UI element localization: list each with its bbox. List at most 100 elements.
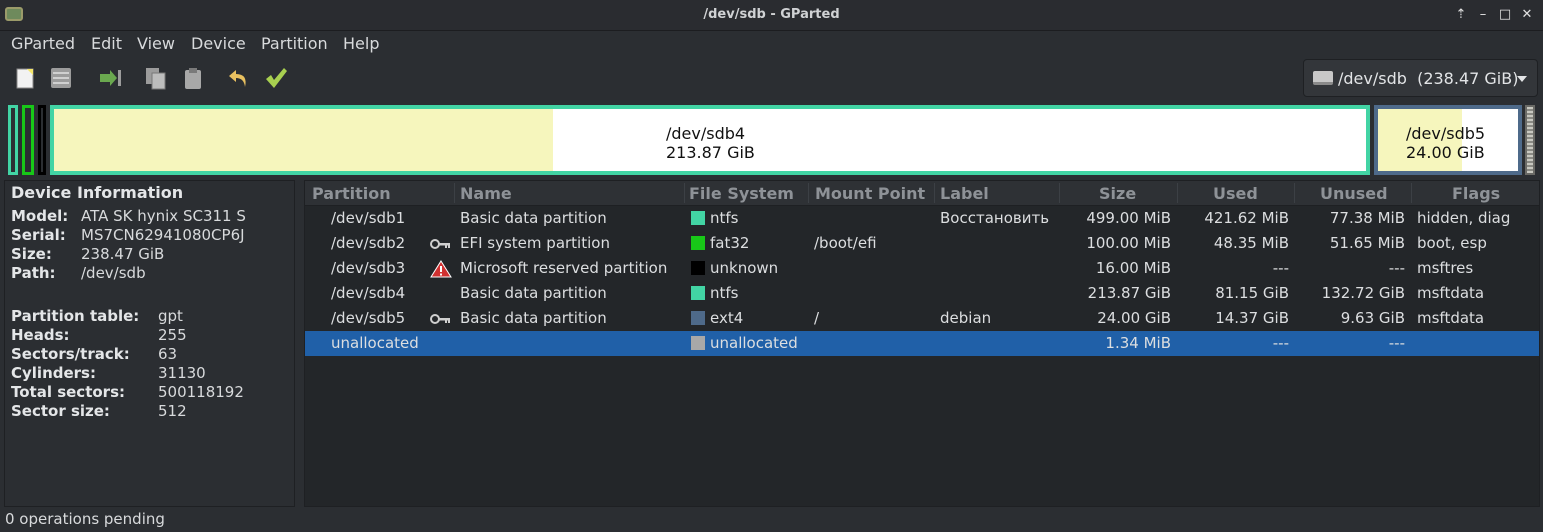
delete-partition-icon[interactable]: [48, 65, 74, 91]
close-button[interactable]: ✕: [1518, 6, 1536, 24]
cell-file-system: ext4: [710, 309, 744, 327]
menu-bar: GParted Edit View Device Partition Help: [0, 30, 1543, 56]
chevron-down-icon: [1517, 76, 1527, 82]
device-info-header: Device Information: [11, 183, 184, 202]
fs-color-swatch: [691, 336, 705, 350]
cell-partition: /dev/sdb5: [331, 309, 406, 327]
sectors-track-label: Sectors/track:: [11, 345, 130, 363]
map-sdb4-size: 213.87 GiB: [666, 143, 755, 162]
resize-move-icon[interactable]: [97, 65, 123, 91]
warning-icon: [430, 260, 452, 278]
cell-name: EFI system partition: [460, 234, 610, 252]
map-sdb5-size: 24.00 GiB: [1406, 143, 1485, 162]
fs-color-swatch: [691, 311, 705, 325]
cell-file-system: ntfs: [710, 284, 739, 302]
model-value: ATA SK hynix SC311 S: [81, 207, 246, 225]
col-label[interactable]: Label: [940, 184, 989, 203]
menu-view[interactable]: View: [137, 34, 175, 53]
map-sdb2[interactable]: [22, 105, 34, 175]
col-mount-point[interactable]: Mount Point: [815, 184, 925, 203]
col-partition[interactable]: Partition: [312, 184, 391, 203]
menu-partition[interactable]: Partition: [261, 34, 328, 53]
table-row[interactable]: unallocated unallocated 1.34 MiB --- ---: [305, 331, 1539, 356]
cell-file-system: unknown: [710, 259, 779, 277]
cell-flags: hidden, diag: [1417, 209, 1511, 227]
keep-above-button[interactable]: ⇡: [1452, 6, 1470, 24]
cell-flags: msftdata: [1417, 284, 1485, 302]
map-sdb5-name: /dev/sdb5: [1406, 124, 1486, 143]
total-sectors-label: Total sectors:: [11, 383, 125, 401]
maximize-button[interactable]: □: [1496, 6, 1514, 24]
sector-size-label: Sector size:: [11, 402, 110, 420]
cell-flags: msftres: [1417, 259, 1474, 277]
apply-icon[interactable]: [263, 65, 289, 91]
col-flags[interactable]: Flags: [1452, 184, 1500, 203]
menu-edit[interactable]: Edit: [91, 34, 122, 53]
paste-icon[interactable]: [180, 65, 206, 91]
cell-used: 48.35 MiB: [1213, 234, 1289, 252]
menu-gparted[interactable]: GParted: [11, 34, 75, 53]
cell-mount-point: /: [814, 309, 820, 327]
table-row[interactable]: /dev/sdb3 Microsoft reserved partition unk…: [305, 256, 1539, 281]
cell-size: 100.00 MiB: [1086, 234, 1171, 252]
map-sdb4[interactable]: /dev/sdb4 213.87 GiB: [50, 105, 1370, 175]
map-sdb4-name: /dev/sdb4: [666, 124, 746, 143]
window-title: /dev/sdb - GParted: [703, 7, 840, 22]
undo-icon[interactable]: [226, 65, 252, 91]
table-row[interactable]: /dev/sdb1 Basic data partition ntfs Восстан…: [305, 206, 1539, 231]
cell-used: 14.37 GiB: [1215, 309, 1289, 327]
copy-icon[interactable]: [143, 65, 169, 91]
sector-size-value: 512: [158, 402, 187, 420]
cell-partition: /dev/sdb1: [331, 209, 406, 227]
cell-used: ---: [1272, 259, 1289, 277]
cell-label: Восстановить: [940, 209, 1050, 227]
cell-size: 24.00 GiB: [1097, 309, 1171, 327]
cell-flags: msftdata: [1417, 309, 1485, 327]
col-size[interactable]: Size: [1099, 184, 1136, 203]
col-name[interactable]: Name: [460, 184, 512, 203]
drive-icon: [1313, 71, 1333, 85]
cell-size: 1.34 MiB: [1105, 334, 1171, 352]
cell-name: Basic data partition: [460, 209, 607, 227]
cell-partition: /dev/sdb3: [331, 259, 406, 277]
cell-unused: 77.38 MiB: [1329, 209, 1405, 227]
fs-color-swatch: [691, 236, 705, 250]
cell-size: 213.87 GiB: [1087, 284, 1171, 302]
serial-value: MS7CN62941080CP6J: [81, 226, 245, 244]
new-partition-icon[interactable]: [12, 65, 38, 91]
table-row[interactable]: /dev/sdb2 EFI system partition fat32/boot/…: [305, 231, 1539, 256]
menu-device[interactable]: Device: [191, 34, 246, 53]
path-label: Path:: [11, 264, 56, 282]
cylinders-label: Cylinders:: [11, 364, 96, 382]
heads-label: Heads:: [11, 326, 70, 344]
map-sdb5[interactable]: /dev/sdb5 24.00 GiB: [1374, 105, 1522, 175]
serial-label: Serial:: [11, 226, 66, 244]
fs-color-swatch: [691, 211, 705, 225]
size-label: Size:: [11, 245, 52, 263]
map-unallocated[interactable]: [1525, 105, 1535, 175]
table-row[interactable]: /dev/sdb5 Basic data partition ext4 / debian…: [305, 306, 1539, 331]
cell-file-system: ntfs: [710, 209, 739, 227]
device-info-pane: Device Information Model: ATA SK hynix S…: [4, 180, 295, 507]
map-sdb1[interactable]: [8, 105, 18, 175]
title-bar: /dev/sdb - GParted ⇡ – □ ✕: [0, 0, 1543, 31]
map-sdb3[interactable]: [38, 105, 46, 175]
cell-flags: boot, esp: [1417, 234, 1487, 252]
map-sdb4-used: [54, 109, 553, 171]
minimize-button[interactable]: –: [1474, 6, 1492, 24]
cell-partition: /dev/sdb4: [331, 284, 406, 302]
cell-name: Basic data partition: [460, 309, 607, 327]
device-selector[interactable]: /dev/sdb (238.47 GiB): [1303, 59, 1538, 97]
cell-used: 81.15 GiB: [1215, 284, 1289, 302]
cell-unused: ---: [1388, 334, 1405, 352]
partition-map: /dev/sdb4 213.87 GiB /dev/sdb5 24.00 GiB: [5, 103, 1538, 177]
col-unused[interactable]: Unused: [1320, 184, 1388, 203]
device-selector-value: /dev/sdb (238.47 GiB): [1338, 69, 1519, 88]
table-row[interactable]: /dev/sdb4 Basic data partition ntfs 213.87 …: [305, 281, 1539, 306]
key-icon: [430, 310, 452, 328]
col-file-system[interactable]: File System: [689, 184, 794, 203]
menu-help[interactable]: Help: [343, 34, 379, 53]
cell-name: Microsoft reserved partition: [460, 259, 668, 277]
col-used[interactable]: Used: [1213, 184, 1258, 203]
partition-table-value: gpt: [158, 307, 183, 325]
